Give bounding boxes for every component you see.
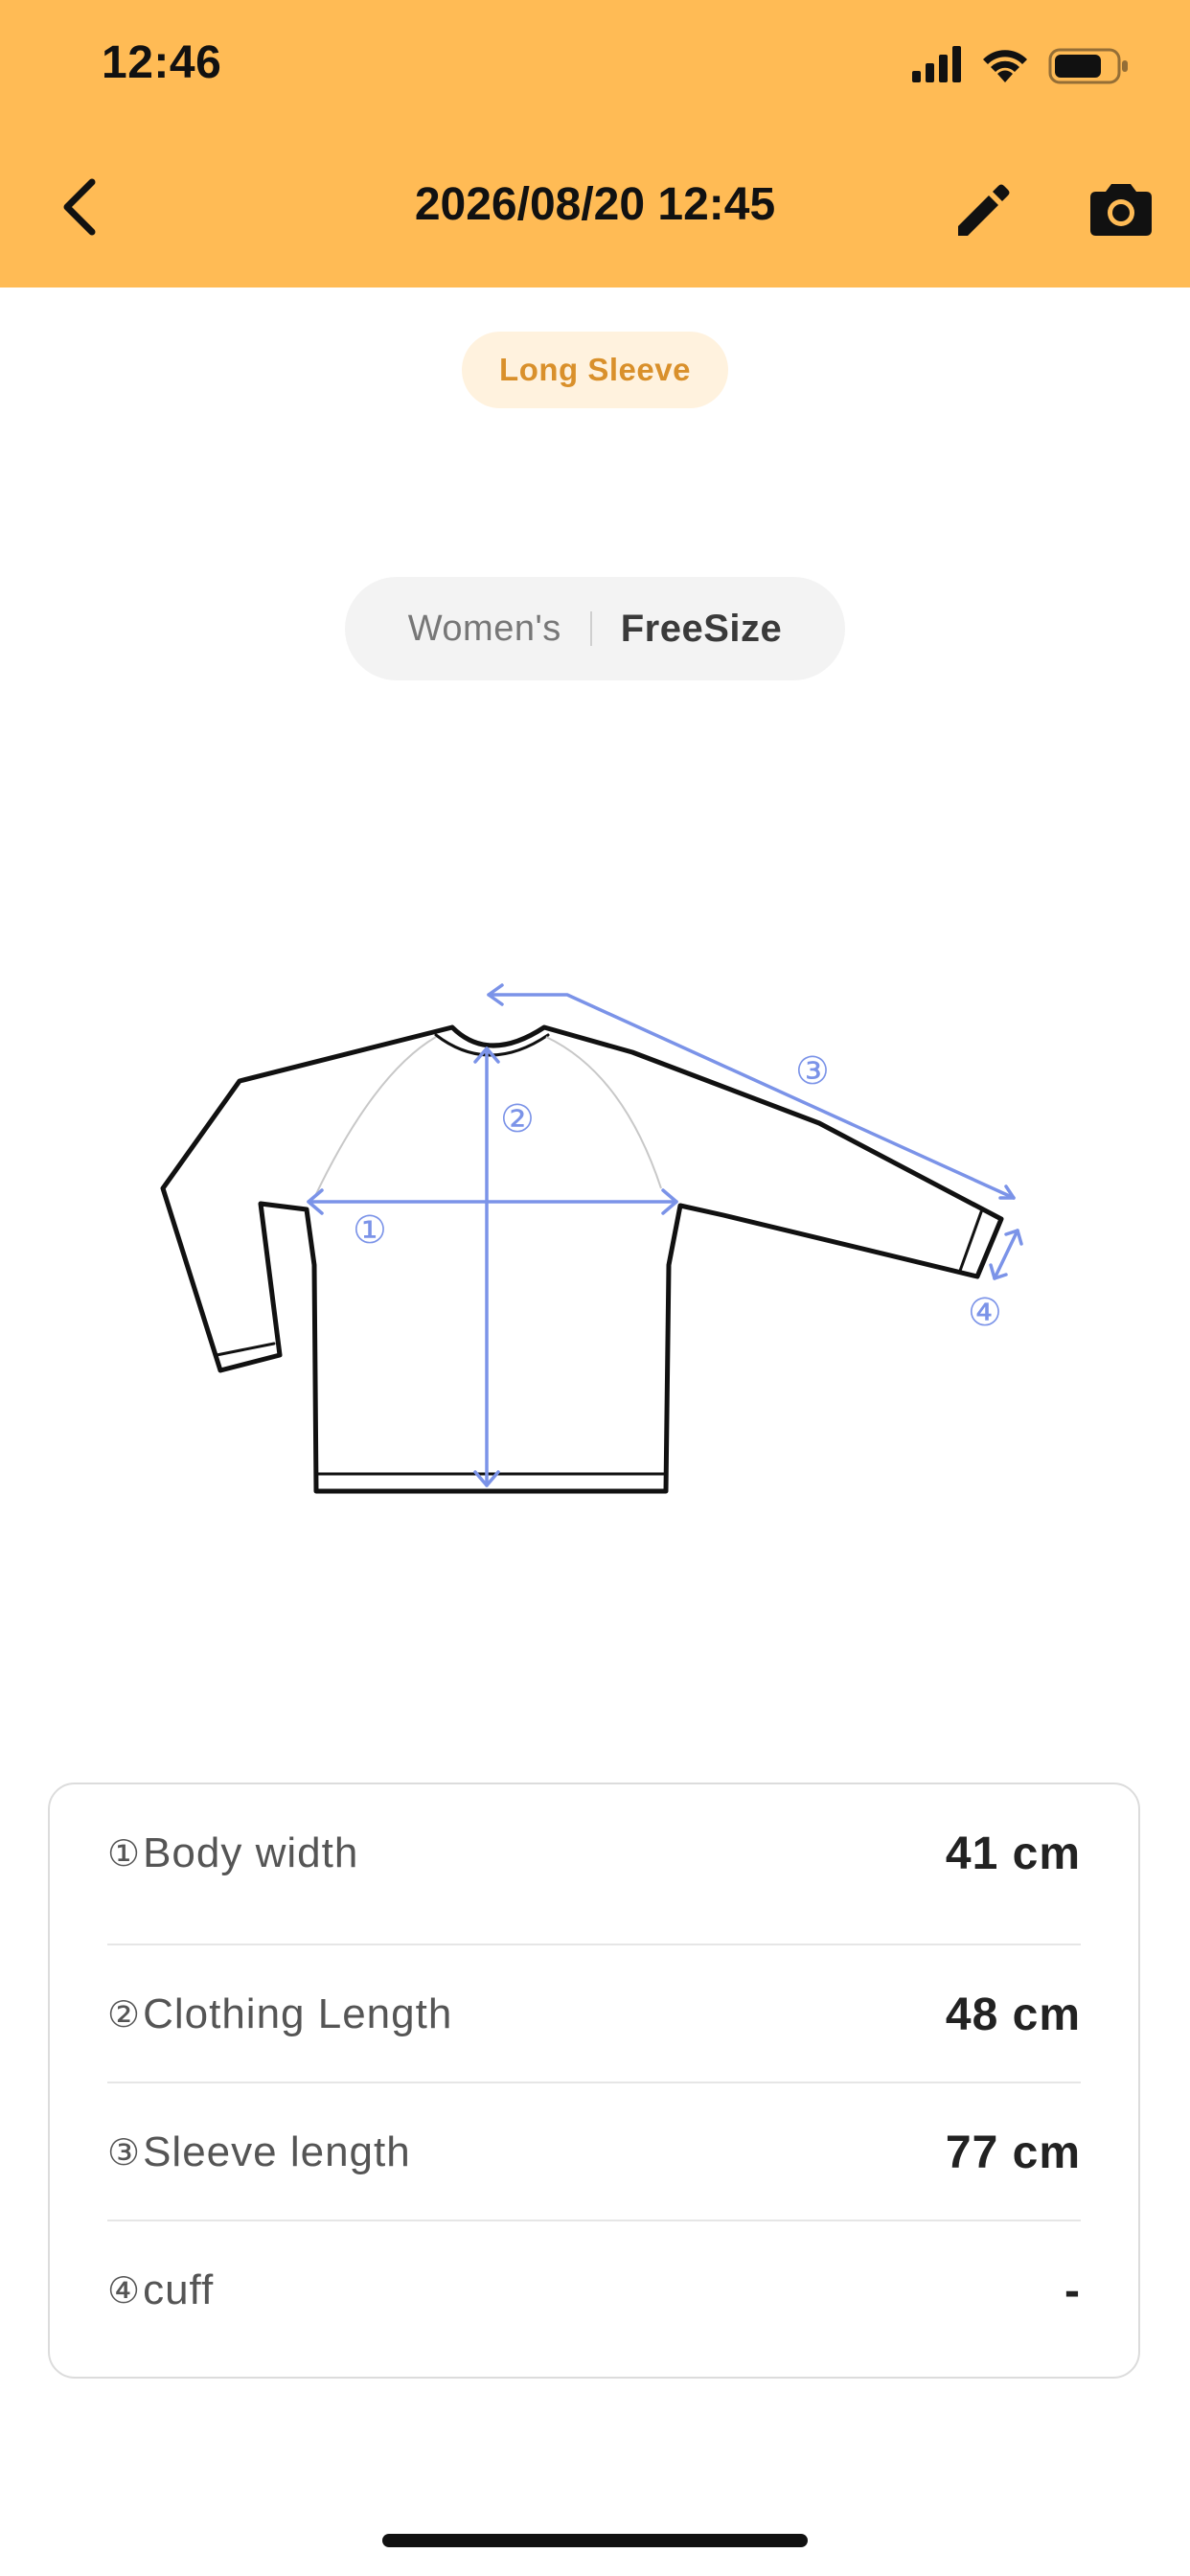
size-divider <box>589 611 592 646</box>
app-header: 12:46 2026/08/20 12:45 <box>0 0 1190 288</box>
row-value: 77 cm <box>945 2127 1081 2178</box>
cellular-signal-icon <box>912 46 961 82</box>
row-value: 48 cm <box>945 1989 1081 2040</box>
row-value: 41 cm <box>945 1828 1081 1879</box>
table-row-cuff: ④ cuff - <box>107 2221 1081 2359</box>
battery-icon <box>1048 48 1128 84</box>
row-number: ④ <box>107 2269 142 2312</box>
status-time: 12:46 <box>102 37 222 88</box>
pencil-icon[interactable] <box>949 176 1016 243</box>
category-badge: Long Sleeve <box>462 332 728 408</box>
marker-body-width: ① <box>353 1208 387 1253</box>
row-label-text: Clothing Length <box>143 1990 453 2037</box>
table-row-sleeve-length: ③ Sleeve length 77 cm <box>107 2083 1081 2221</box>
row-label: ① Body width <box>107 1829 358 1877</box>
measurement-table: ① Body width 41 cm ② Clothing Length 48 … <box>48 1782 1140 2379</box>
table-row-body-width: ① Body width 41 cm <box>107 1784 1081 1922</box>
row-label-text: Sleeve length <box>143 2128 411 2175</box>
marker-clothing-length: ② <box>500 1097 535 1141</box>
garment-diagram: ① ② ③ ④ <box>144 968 1054 1524</box>
row-label-text: cuff <box>143 2266 215 2313</box>
row-label: ③ Sleeve length <box>107 2128 411 2176</box>
marker-sleeve-length: ③ <box>795 1049 830 1093</box>
camera-icon[interactable] <box>1085 176 1157 243</box>
long-sleeve-shirt-illustration <box>160 983 1023 1494</box>
home-indicator[interactable] <box>382 2534 808 2547</box>
row-value: - <box>1064 2265 1081 2316</box>
row-label-text: Body width <box>143 1829 359 1876</box>
row-number: ③ <box>107 2131 142 2174</box>
gender-label: Women's <box>407 608 561 649</box>
size-selector[interactable]: Women's FreeSize <box>345 577 845 680</box>
status-icons <box>912 44 1133 86</box>
table-row-clothing-length: ② Clothing Length 48 cm <box>107 1945 1081 2083</box>
row-number: ① <box>107 1832 142 1874</box>
row-label: ④ cuff <box>107 2266 214 2314</box>
row-label: ② Clothing Length <box>107 1990 452 2038</box>
wifi-icon <box>983 50 1027 82</box>
size-value: FreeSize <box>620 607 783 650</box>
marker-cuff: ④ <box>968 1291 1002 1335</box>
row-number: ② <box>107 1993 142 2036</box>
